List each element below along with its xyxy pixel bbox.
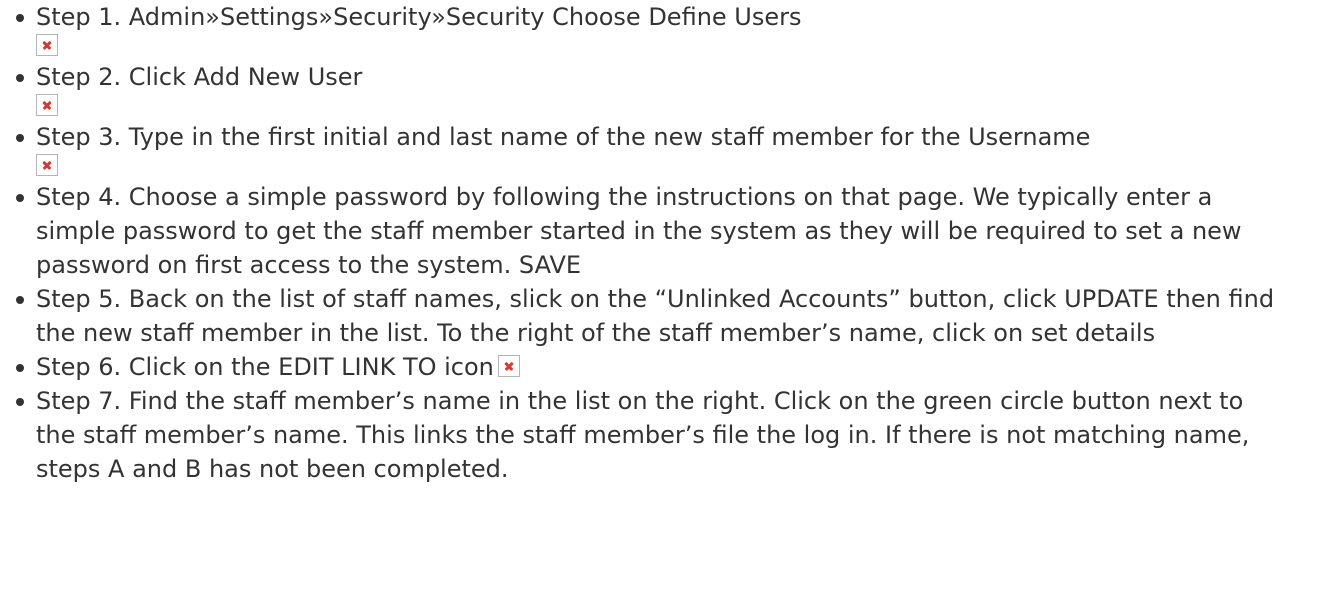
step-text: Step 3. Type in the first initial and la… bbox=[36, 123, 1091, 151]
step-text: Step 5. Back on the list of staff names,… bbox=[36, 285, 1275, 347]
list-item-step-7: Step 7. Find the staff member’s name in … bbox=[10, 384, 1282, 486]
list-item-step-6: Step 6. Click on the EDIT LINK TO icon bbox=[10, 350, 1282, 384]
step-text: Step 2. Click Add New User bbox=[36, 63, 363, 91]
step-text: Step 7. Find the staff member’s name in … bbox=[36, 387, 1250, 483]
step-text: Step 4. Choose a simple password by foll… bbox=[36, 183, 1242, 279]
list-item-step-3: Step 3. Type in the first initial and la… bbox=[10, 120, 1282, 180]
step-text: Step 6. Click on the EDIT LINK TO icon bbox=[36, 353, 494, 381]
list-item-step-1: Step 1. Admin»Settings»Security»Security… bbox=[10, 0, 1282, 60]
list-item-step-4: Step 4. Choose a simple password by foll… bbox=[10, 180, 1282, 282]
broken-image-icon bbox=[36, 94, 58, 116]
steps-list: Step 1. Admin»Settings»Security»Security… bbox=[10, 0, 1282, 486]
broken-image-icon bbox=[497, 355, 520, 377]
broken-image-icon bbox=[36, 154, 58, 176]
list-item-step-5: Step 5. Back on the list of staff names,… bbox=[10, 282, 1282, 350]
step-text: Step 1. Admin»Settings»Security»Security… bbox=[36, 3, 802, 31]
document-body: Step 1. Admin»Settings»Security»Security… bbox=[0, 0, 1322, 603]
list-item-step-2: Step 2. Click Add New User bbox=[10, 60, 1282, 120]
broken-image-icon bbox=[36, 34, 58, 56]
